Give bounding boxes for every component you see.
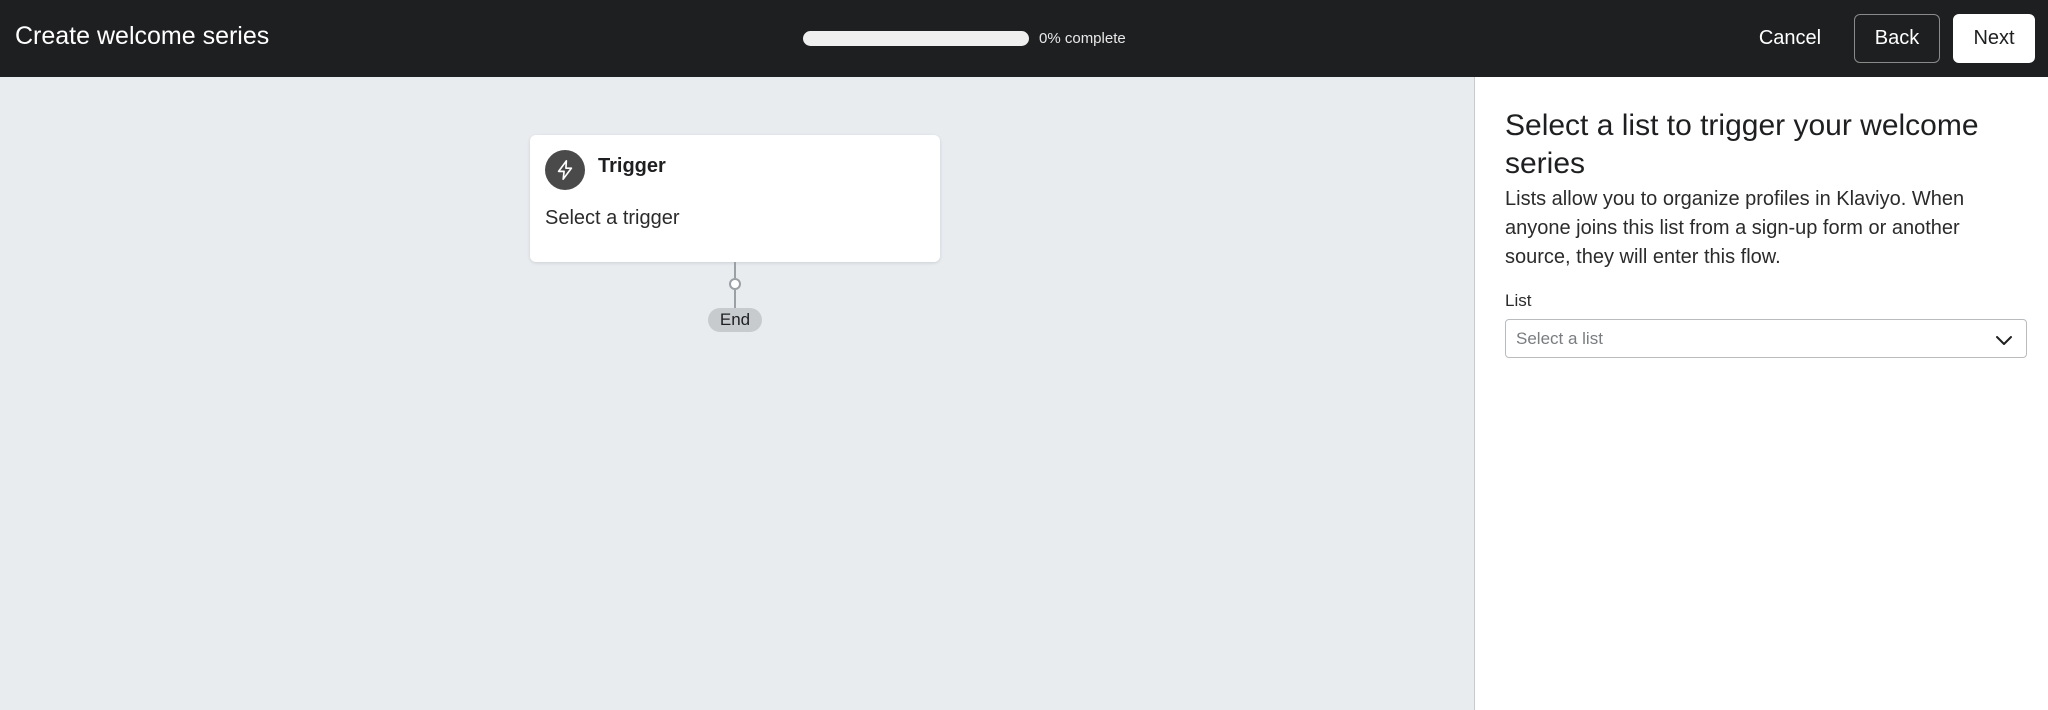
progress-text: 0% complete — [1039, 30, 1126, 47]
end-node: End — [708, 308, 762, 332]
progress-indicator: 0% complete — [803, 30, 1126, 47]
list-select-placeholder: Select a list — [1516, 328, 1603, 348]
cancel-button[interactable]: Cancel — [1740, 14, 1840, 63]
connector-line-top — [734, 262, 736, 278]
side-panel: Select a list to trigger your welcome se… — [1474, 77, 2048, 710]
trigger-title: Trigger — [598, 155, 666, 177]
trigger-subtitle: Select a trigger — [545, 207, 680, 229]
panel-description: Lists allow you to organize profiles in … — [1505, 188, 1965, 268]
lightning-icon — [545, 150, 585, 190]
next-button[interactable]: Next — [1953, 14, 2035, 63]
trigger-card[interactable]: Trigger Select a trigger — [530, 135, 940, 262]
panel-heading: Select a list to trigger your welcome se… — [1505, 109, 1979, 180]
back-button[interactable]: Back — [1854, 14, 1940, 63]
flow-canvas[interactable]: Trigger Select a trigger End — [0, 77, 1474, 710]
list-field-label: List — [1505, 291, 1532, 310]
page-title: Create welcome series — [15, 22, 270, 50]
progress-bar — [803, 31, 1029, 46]
chevron-down-icon — [1994, 330, 2014, 355]
connector-line-bottom — [734, 290, 736, 308]
list-select[interactable]: Select a list — [1505, 319, 2027, 358]
top-bar: Create welcome series 0% complete Cancel… — [0, 0, 2048, 77]
connector-node[interactable] — [729, 278, 741, 290]
